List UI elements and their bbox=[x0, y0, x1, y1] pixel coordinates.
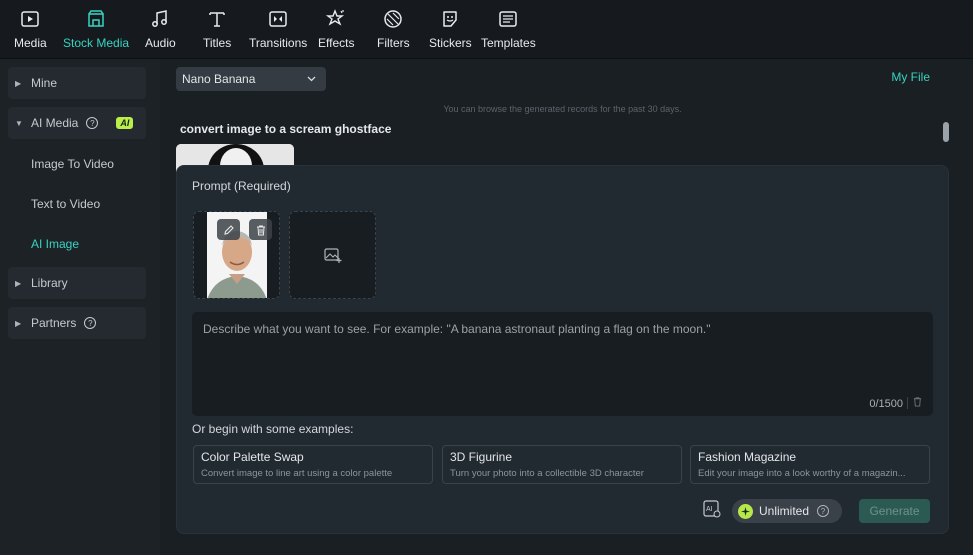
sidebar-group-label: Mine bbox=[31, 76, 58, 90]
ai-prompt-icon[interactable]: AI bbox=[703, 500, 721, 518]
svg-text:AI: AI bbox=[706, 506, 713, 513]
toolbar-filters[interactable]: Filters bbox=[377, 8, 410, 50]
toolbar-audio-label: Audio bbox=[145, 36, 176, 50]
effects-icon bbox=[325, 8, 347, 30]
sidebar-group-partners[interactable]: ▶ Partners ? bbox=[8, 307, 146, 339]
prompt-placeholder: Describe what you want to see. For examp… bbox=[203, 322, 711, 336]
divider bbox=[907, 397, 908, 409]
toolbar-media-label: Media bbox=[14, 36, 47, 50]
sidebar-item-ai-image[interactable]: AI Image bbox=[31, 237, 79, 251]
toolbar-transitions-label: Transitions bbox=[249, 36, 308, 50]
caret-down-icon: ▼ bbox=[15, 118, 23, 128]
char-counter: 0/1500 bbox=[869, 398, 903, 410]
media-icon bbox=[19, 8, 41, 30]
caret-right-icon: ▶ bbox=[15, 278, 22, 288]
audio-icon bbox=[149, 8, 171, 30]
toolbar-effects[interactable]: Effects bbox=[318, 8, 354, 50]
model-select-value: Nano Banana bbox=[182, 72, 256, 86]
edit-image-button[interactable] bbox=[217, 219, 240, 240]
prompt-label: Prompt (Required) bbox=[192, 179, 291, 193]
example-title: Fashion Magazine bbox=[698, 450, 797, 464]
clear-prompt-button[interactable] bbox=[912, 396, 923, 410]
examples-label: Or begin with some examples: bbox=[192, 422, 354, 436]
add-image-icon bbox=[323, 248, 341, 263]
chevron-down-icon bbox=[307, 76, 316, 82]
example-card-3d-figurine[interactable]: 3D Figurine Turn your photo into a colle… bbox=[442, 445, 682, 484]
toolbar-templates[interactable]: Templates bbox=[481, 8, 536, 50]
generate-button[interactable]: Generate bbox=[859, 499, 930, 523]
sidebar-group-label: Library bbox=[31, 276, 68, 290]
unlimited-credits-button[interactable]: Unlimited ? bbox=[732, 499, 842, 523]
help-icon[interactable]: ? bbox=[86, 117, 99, 129]
example-title: 3D Figurine bbox=[450, 450, 513, 464]
example-desc: Edit your image into a look worthy of a … bbox=[698, 468, 906, 479]
sidebar: ▶ Mine ▼ AI Media ? AI Image To Video Te… bbox=[0, 59, 160, 555]
toolbar-media[interactable]: Media bbox=[14, 8, 47, 50]
templates-icon bbox=[497, 8, 519, 30]
toolbar-stock-media-label: Stock Media bbox=[63, 36, 130, 50]
trash-icon bbox=[913, 397, 922, 407]
example-desc: Turn your photo into a collectible 3D ch… bbox=[450, 468, 644, 479]
delete-image-button[interactable] bbox=[249, 219, 272, 240]
history-hint: You can browse the generated records for… bbox=[443, 104, 682, 114]
example-card-color-palette-swap[interactable]: Color Palette Swap Convert image to line… bbox=[193, 445, 433, 484]
ai-badge: AI bbox=[116, 117, 134, 129]
unlimited-label: Unlimited bbox=[759, 504, 810, 518]
sidebar-group-library[interactable]: ▶ Library bbox=[8, 267, 146, 299]
sidebar-group-ai-media[interactable]: ▼ AI Media ? AI bbox=[8, 107, 146, 139]
example-desc: Convert image to line art using a color … bbox=[201, 468, 393, 479]
filters-icon bbox=[382, 8, 404, 30]
example-title: Color Palette Swap bbox=[201, 450, 304, 464]
toolbar-stickers[interactable]: Stickers bbox=[429, 8, 472, 50]
toolbar-stock-media[interactable]: Stock Media bbox=[63, 8, 129, 50]
toolbar-transitions[interactable]: Transitions bbox=[249, 8, 307, 50]
example-card-fashion-magazine[interactable]: Fashion Magazine Edit your image into a … bbox=[690, 445, 930, 484]
top-toolbar: Media Stock Media Audio Titles Transitio… bbox=[0, 0, 973, 59]
pencil-icon bbox=[223, 224, 234, 235]
scrollbar-thumb[interactable] bbox=[943, 122, 949, 142]
help-icon[interactable]: ? bbox=[817, 505, 830, 517]
toolbar-audio[interactable]: Audio bbox=[145, 8, 176, 50]
main-area: Nano Banana My File You can browse the g… bbox=[160, 59, 973, 555]
sidebar-group-label: AI Media bbox=[31, 116, 79, 130]
my-file-link[interactable]: My File bbox=[891, 70, 930, 84]
sidebar-item-image-to-video[interactable]: Image To Video bbox=[31, 157, 114, 171]
toolbar-filters-label: Filters bbox=[377, 36, 410, 50]
help-icon[interactable]: ? bbox=[84, 317, 97, 329]
caret-right-icon: ▶ bbox=[15, 318, 22, 328]
prompt-panel: Prompt (Required) Describe what you want… bbox=[176, 165, 949, 534]
caret-right-icon: ▶ bbox=[15, 78, 22, 88]
toolbar-stickers-label: Stickers bbox=[429, 36, 472, 50]
prompt-input[interactable]: Describe what you want to see. For examp… bbox=[192, 312, 933, 416]
toolbar-templates-label: Templates bbox=[481, 36, 536, 50]
toolbar-titles-label: Titles bbox=[203, 36, 232, 50]
sidebar-group-label: Partners bbox=[31, 316, 77, 330]
trash-icon bbox=[256, 225, 265, 235]
toolbar-effects-label: Effects bbox=[318, 36, 355, 50]
stock-media-icon bbox=[85, 8, 107, 30]
stickers-icon bbox=[439, 8, 461, 30]
add-image-slot[interactable] bbox=[289, 211, 376, 299]
transitions-icon bbox=[267, 8, 289, 30]
history-title: convert image to a scream ghostface bbox=[180, 122, 392, 136]
sidebar-group-mine[interactable]: ▶ Mine bbox=[8, 67, 146, 99]
model-select[interactable]: Nano Banana bbox=[176, 67, 326, 91]
titles-icon bbox=[206, 8, 228, 30]
uploaded-image-slot[interactable] bbox=[193, 211, 280, 299]
sparkle-icon bbox=[738, 503, 753, 519]
sidebar-item-text-to-video[interactable]: Text to Video bbox=[31, 197, 100, 211]
toolbar-titles[interactable]: Titles bbox=[203, 8, 231, 50]
